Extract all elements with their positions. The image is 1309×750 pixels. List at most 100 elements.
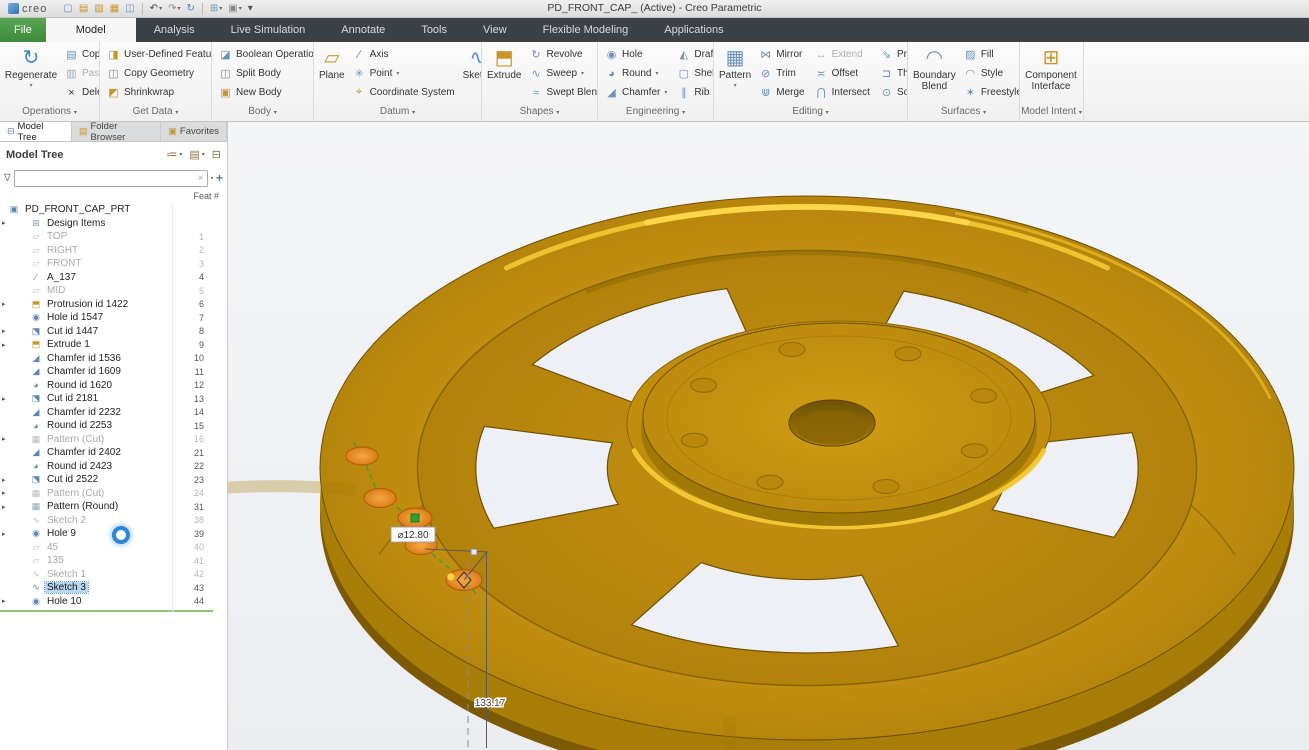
tree-row[interactable]: ◕Round id 225315	[0, 419, 227, 433]
button-user-defined-feature[interactable]: ◨User-Defined Feature	[105, 45, 211, 64]
expand-arrow-icon[interactable]: ▸	[2, 503, 6, 511]
button-merge[interactable]: ⋓Merge	[757, 83, 806, 102]
tree-row[interactable]: ▱4540	[0, 541, 227, 555]
panel-tab-model-tree[interactable]: ⊟Model Tree	[0, 122, 72, 141]
tree-row[interactable]: ∿Sketch 238	[0, 514, 227, 528]
button-coordinate-system[interactable]: ⌖Coordinate System	[351, 83, 457, 102]
expand-arrow-icon[interactable]: ▸	[2, 300, 6, 308]
hub-dimple-hole-4[interactable]	[691, 378, 717, 392]
ribbon-group-label[interactable]: Body ▾	[212, 104, 313, 121]
button-solidify[interactable]: ⊙Solidify	[878, 83, 907, 102]
undo-button[interactable]: ↶▾	[148, 1, 164, 16]
hub-dimple-hole-1[interactable]	[971, 389, 997, 403]
button-thicken[interactable]: ⊐Thicken	[878, 64, 907, 83]
tree-row[interactable]: ▸⬒Protrusion id 14226	[0, 298, 227, 312]
button-split-body[interactable]: ◫Split Body	[217, 64, 313, 83]
sketch-point-marker[interactable]	[447, 573, 455, 581]
button-shell[interactable]: ▢Shell	[675, 64, 713, 83]
tree-columns-button[interactable]: ⊟	[212, 148, 221, 161]
expand-arrow-icon[interactable]: ▸	[2, 341, 6, 349]
button-point[interactable]: ✳Point▾	[351, 64, 457, 83]
button-delete[interactable]: ×Delete▾	[63, 83, 99, 102]
tree-row[interactable]: ◢Chamfer id 160911	[0, 365, 227, 379]
expand-arrow-icon[interactable]: ▸	[2, 435, 6, 443]
tree-row[interactable]: ∿Sketch 343	[0, 581, 227, 595]
ribbon-group-label[interactable]: Surfaces ▾	[908, 104, 1019, 121]
import-button[interactable]: ▦	[108, 1, 121, 16]
tree-row[interactable]: ▱FRONT3	[0, 257, 227, 271]
hub-dimple-hole-2[interactable]	[895, 347, 921, 361]
button-shrinkwrap[interactable]: ◩Shrinkwrap	[105, 83, 211, 102]
tree-row[interactable]: ▸⊞Design Items	[0, 217, 227, 231]
button-copy-geometry[interactable]: ◫Copy Geometry	[105, 64, 211, 83]
tree-row[interactable]: ◢Chamfer id 153610	[0, 352, 227, 366]
button-style[interactable]: ◠Style	[962, 64, 1019, 83]
button-fill[interactable]: ▨Fill	[962, 45, 1019, 64]
redo-button[interactable]: ↷▾	[166, 1, 182, 16]
search-clear-icon[interactable]: ×	[198, 173, 204, 184]
tree-settings-button[interactable]: ▤▾	[189, 148, 204, 161]
button-swept-blend[interactable]: ≈Swept Blend	[527, 83, 597, 102]
button-trim[interactable]: ⊘Trim	[757, 64, 806, 83]
button-round[interactable]: ◕Round▾	[603, 64, 669, 83]
dimension-value[interactable]: 133.17	[475, 698, 506, 709]
tab-annotate[interactable]: Annotate	[323, 18, 403, 42]
tree-search-input[interactable]	[18, 173, 198, 184]
search-add-icon[interactable]: +	[216, 171, 223, 185]
expand-arrow-icon[interactable]: ▸	[2, 327, 6, 335]
window-button[interactable]: ⊞▾	[208, 1, 224, 16]
expand-arrow-icon[interactable]: ▸	[2, 219, 6, 227]
button-rib[interactable]: ∥Rib▾	[675, 83, 713, 102]
expand-arrow-icon[interactable]: ▸	[2, 489, 6, 497]
button-regenerate[interactable]: ↻Regenerate▾	[5, 45, 57, 92]
button-mirror[interactable]: ⋈Mirror	[757, 45, 806, 64]
save-button[interactable]: ◫	[123, 1, 136, 16]
ribbon-group-label[interactable]: Datum ▾	[314, 104, 481, 121]
tree-row[interactable]: ▣PD_FRONT_CAP_PRT	[0, 203, 227, 217]
hub-dimple-hole-7[interactable]	[873, 480, 899, 494]
close-window-button[interactable]: ▣▾	[226, 1, 243, 16]
button-offset[interactable]: ≍Offset	[813, 64, 872, 83]
bolt-hole-highlight-1[interactable]	[346, 447, 378, 465]
tree-row[interactable]: ▸▦Pattern (Cut)24	[0, 487, 227, 501]
tab-applications[interactable]: Applications	[646, 18, 741, 42]
button-chamfer[interactable]: ◢Chamfer▾	[603, 83, 669, 102]
ribbon-group-label[interactable]: Editing ▾	[714, 104, 907, 121]
tree-row[interactable]: ▱MID5	[0, 284, 227, 298]
tab-analysis[interactable]: Analysis	[136, 18, 213, 42]
button-new-body[interactable]: ▣New Body	[217, 83, 313, 102]
ribbon-group-label[interactable]: Get Data ▾	[100, 104, 211, 121]
tab-model[interactable]: Model	[46, 18, 136, 42]
tree-row[interactable]: ∕A_1374	[0, 271, 227, 285]
tree-row[interactable]: ◢Chamfer id 223214	[0, 406, 227, 420]
button-freestyle[interactable]: ✶Freestyle	[962, 83, 1019, 102]
tree-row[interactable]: ▸◉Hole 1044	[0, 595, 227, 609]
button-revolve[interactable]: ↻Revolve	[527, 45, 597, 64]
tab-view[interactable]: View	[465, 18, 525, 42]
expand-arrow-icon[interactable]: ▸	[2, 395, 6, 403]
hub-dimple-hole-8[interactable]	[961, 444, 987, 458]
expand-arrow-icon[interactable]: ▸	[2, 597, 6, 605]
ribbon-group-label[interactable]: Model Intent ▾	[1020, 104, 1083, 121]
panel-tab-folder-browser[interactable]: ▤Folder Browser	[72, 122, 161, 141]
button-project[interactable]: ⇘Project	[878, 45, 907, 64]
button-plane[interactable]: ▱Plane	[319, 45, 345, 81]
tree-row[interactable]: ▱RIGHT2	[0, 244, 227, 258]
tree-row[interactable]: ◕Round id 242322	[0, 460, 227, 474]
open-file-button[interactable]: ▤	[77, 1, 90, 16]
ribbon-group-label[interactable]: Operations ▾	[0, 104, 99, 121]
button-intersect[interactable]: ⋂Intersect	[813, 83, 872, 102]
tree-row[interactable]: ▱13541	[0, 554, 227, 568]
tab-tools[interactable]: Tools	[403, 18, 465, 42]
button-component-interface[interactable]: ⊞Component Interface	[1025, 45, 1077, 92]
tab-live-simulation[interactable]: Live Simulation	[213, 18, 324, 42]
button-boolean-operations[interactable]: ◪Boolean Operations	[217, 45, 313, 64]
pattern-drag-handle[interactable]	[411, 514, 419, 522]
tree-row[interactable]: ▸⬔Cut id 14478	[0, 325, 227, 339]
customize-toolbar-button[interactable]: ▾	[246, 1, 255, 16]
hub-dimple-hole-5[interactable]	[681, 433, 707, 447]
button-boundary-blend[interactable]: ◠Boundary Blend	[913, 45, 956, 92]
tree-row[interactable]: ∿Sketch 142	[0, 568, 227, 582]
button-axis[interactable]: ∕Axis	[351, 45, 457, 64]
tab-file[interactable]: File	[0, 18, 46, 42]
